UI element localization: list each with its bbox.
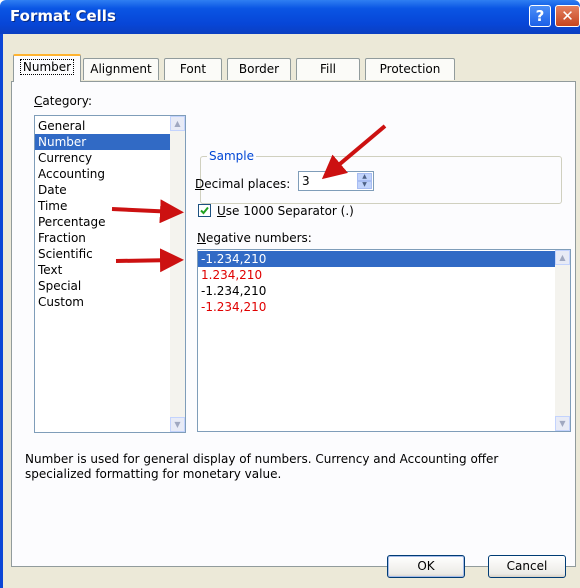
category-item-fraction[interactable]: Fraction [35, 230, 170, 246]
tab-border[interactable]: Border [227, 58, 291, 80]
negative-numbers-listbox[interactable]: -1.234,210 1.234,210 -1.234,210 -1.234,210 … [197, 249, 571, 432]
category-item-time[interactable]: Time [35, 198, 170, 214]
ok-button[interactable]: OK [387, 555, 465, 578]
category-item-number[interactable]: Number [35, 134, 170, 150]
category-item-accounting[interactable]: Accounting [35, 166, 170, 182]
category-listbox[interactable]: General Number Currency Accounting Date Time P… [34, 115, 186, 433]
category-item-currency[interactable]: Currency [35, 150, 170, 166]
scroll-down-icon[interactable]: ▼ [555, 416, 570, 431]
decimal-places-spinner[interactable]: 3 ▲ ▼ [298, 171, 374, 191]
category-item-custom[interactable]: Custom [35, 294, 170, 310]
decimal-places-value: 3 [302, 174, 310, 188]
cancel-button[interactable]: Cancel [488, 555, 566, 578]
negative-numbers-label: Negative numbers: [197, 231, 312, 245]
scroll-up-icon[interactable]: ▲ [555, 250, 570, 265]
tab-fill[interactable]: Fill [296, 58, 360, 80]
dialog-title: Format Cells [10, 7, 116, 25]
tab-font[interactable]: Font [164, 58, 222, 80]
negative-format-item[interactable]: 1.234,210 [198, 267, 555, 283]
close-button[interactable]: ✕ [555, 5, 580, 27]
negative-format-item[interactable]: -1.234,210 [198, 283, 555, 299]
category-item-date[interactable]: Date [35, 182, 170, 198]
spin-down-icon[interactable]: ▼ [357, 181, 372, 189]
help-button[interactable]: ? [529, 5, 551, 27]
category-item-general[interactable]: General [35, 118, 170, 134]
category-scrollbar[interactable]: ▲ ▼ [170, 116, 185, 432]
tab-number[interactable]: Number [13, 54, 81, 82]
checkmark-icon [200, 206, 209, 215]
dialog-body: Number Alignment Font Border Fill Protec… [0, 34, 580, 588]
negative-format-item[interactable]: -1.234,210 [198, 299, 555, 315]
negative-format-item[interactable]: -1.234,210 [198, 251, 555, 267]
category-item-special[interactable]: Special [35, 278, 170, 294]
category-item-scientific[interactable]: Scientific [35, 246, 170, 262]
category-description: Number is used for general display of nu… [25, 452, 499, 481]
use-separator-label[interactable]: Use 1000 Separator (.) [217, 204, 354, 218]
title-bar[interactable]: Format Cells ? ✕ [0, 0, 580, 34]
category-item-percentage[interactable]: Percentage [35, 214, 170, 230]
format-cells-dialog: Format Cells ? ✕ Number Alignment Font B… [0, 0, 580, 588]
spin-up-icon[interactable]: ▲ [357, 173, 372, 181]
scroll-up-icon[interactable]: ▲ [170, 116, 185, 131]
decimal-places-label: Decimal places: [195, 177, 291, 191]
sample-title: Sample [207, 149, 256, 163]
tab-protection[interactable]: Protection [365, 58, 455, 80]
negative-numbers-scrollbar[interactable]: ▲ ▼ [555, 250, 570, 431]
tab-alignment[interactable]: Alignment [83, 58, 159, 80]
scroll-down-icon[interactable]: ▼ [170, 417, 185, 432]
category-item-text[interactable]: Text [35, 262, 170, 278]
category-label: Category: [34, 94, 92, 108]
use-separator-checkbox[interactable] [198, 204, 211, 217]
